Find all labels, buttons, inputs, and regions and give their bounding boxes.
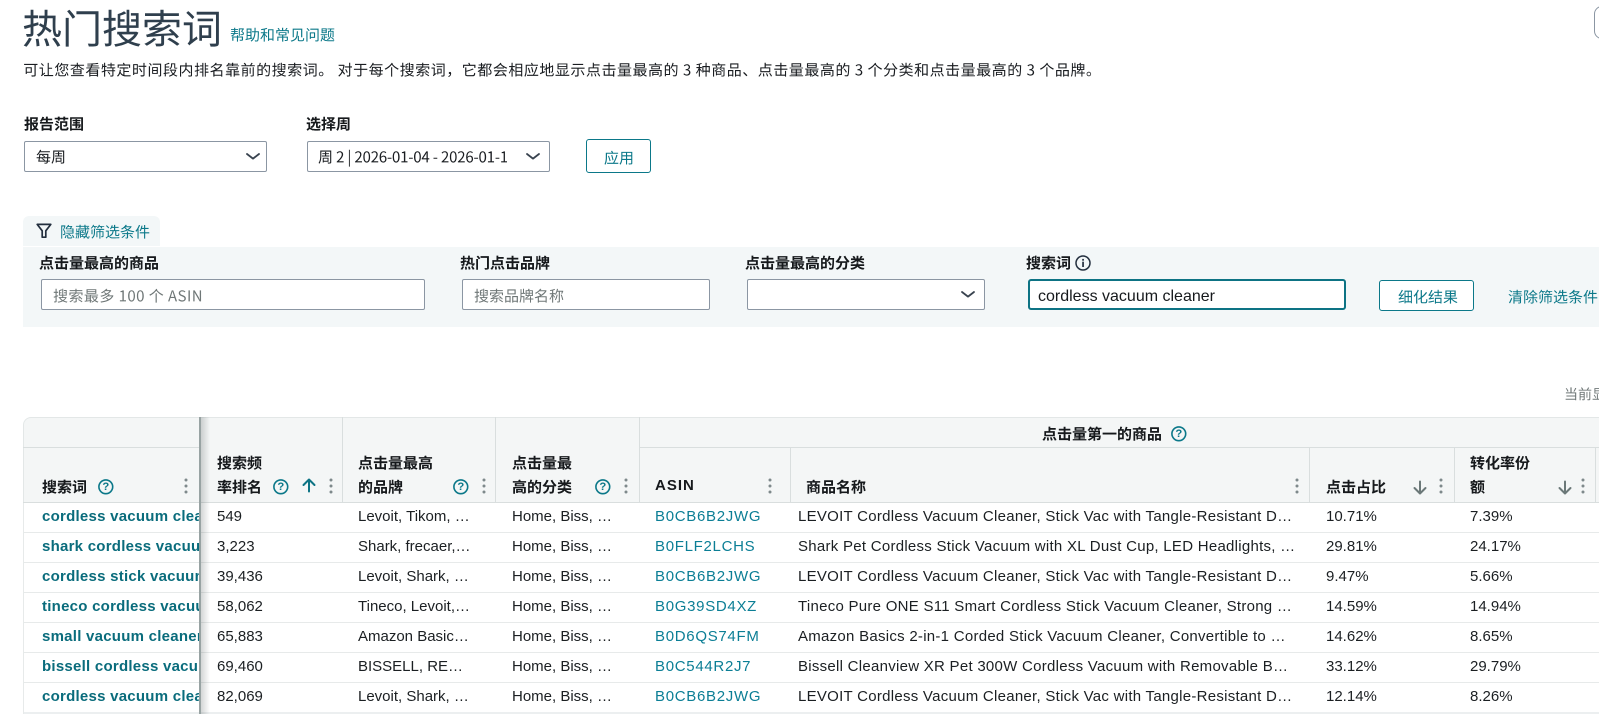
svg-text:?: ? — [457, 481, 464, 493]
svg-text:?: ? — [102, 481, 109, 493]
svg-text:?: ? — [278, 481, 285, 493]
svg-text:?: ? — [1176, 428, 1183, 440]
svg-text:?: ? — [599, 481, 606, 493]
